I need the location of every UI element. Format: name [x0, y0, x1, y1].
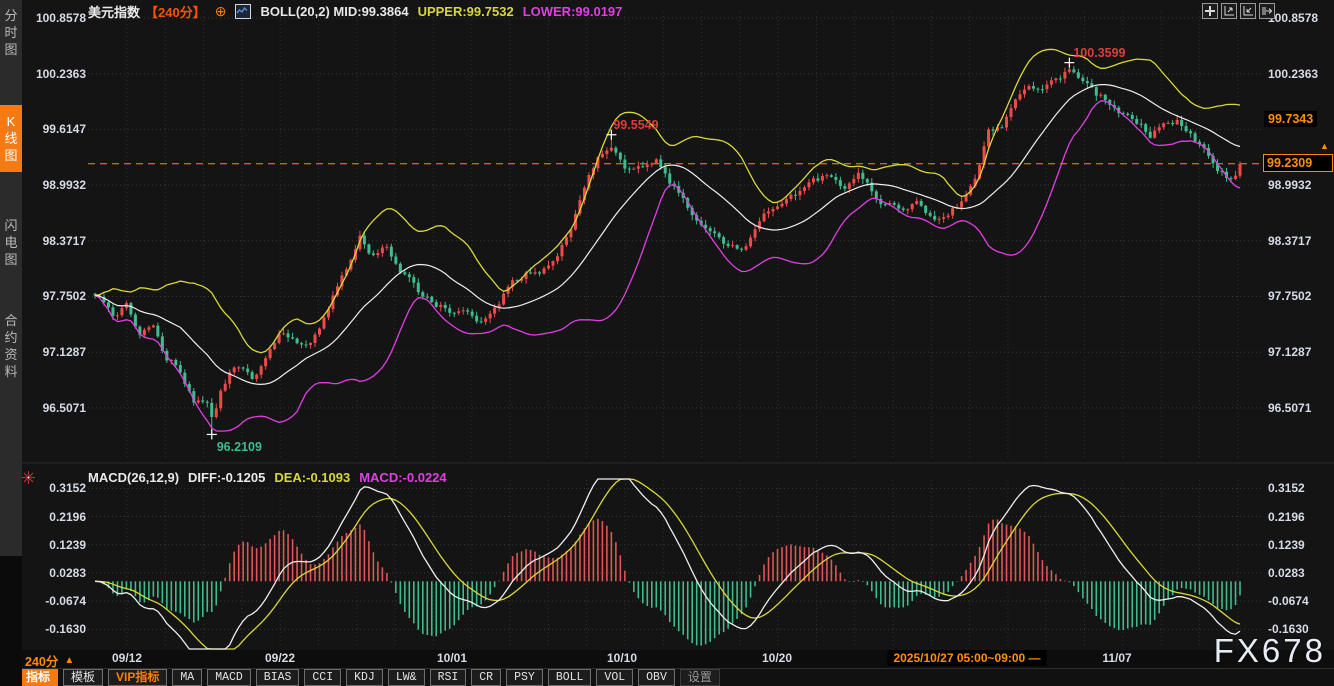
period-tag: 【240分】 — [145, 2, 206, 21]
window-controls — [1202, 3, 1275, 19]
sidebar-tab-1[interactable]: 分时图 — [0, 4, 22, 61]
toolbar-button-CR[interactable]: CR — [471, 669, 501, 686]
axis-zoom-in-icon[interactable] — [1221, 3, 1237, 19]
toolbar-button-CCI[interactable]: CCI — [304, 669, 341, 686]
price-axis-tick-left: 97.7502 — [26, 289, 86, 303]
boll-mid-value: BOLL(20,2) MID:99.3864 — [260, 4, 408, 19]
upper-price-marker: 99.7343 — [1264, 111, 1317, 127]
symbol-name: 美元指数 — [88, 2, 140, 21]
toolbar-button-模板[interactable]: 模板 — [63, 669, 103, 686]
price-axis-tick-right: 97.7502 — [1268, 289, 1332, 303]
x-axis-date-label: 10/10 — [607, 651, 637, 665]
toolbar-button-MA[interactable]: MA — [172, 669, 202, 686]
macd-diff-value: DIFF:-0.1205 — [188, 470, 265, 485]
x-axis-date-label: 10/01 — [437, 651, 467, 665]
price-axis-tick-left: 99.6147 — [26, 122, 86, 136]
boll-upper-value: UPPER:99.7532 — [418, 4, 514, 19]
macd-axis-tick-left: 0.3152 — [26, 481, 86, 495]
pane-expand-icon[interactable] — [1259, 3, 1275, 19]
price-up-arrow-icon: ▲ — [1320, 142, 1329, 150]
toolbar-button-指标[interactable]: 指标 — [18, 669, 58, 686]
sidebar-tab-4[interactable]: 合约资料 — [0, 309, 22, 383]
toolbar-button-VIP指标[interactable]: VIP指标 — [108, 669, 167, 686]
price-annotation: 96.2109 — [217, 440, 262, 454]
x-axis-date-label: 09/22 — [265, 651, 295, 665]
trading-chart-window: 分时图 K线图闪电图合约资料 美元指数 【240分】 ⊕ BOLL(20,2) M… — [0, 0, 1334, 686]
price-axis-tick-left: 100.8578 — [26, 11, 86, 25]
candlestick-series — [94, 63, 1242, 435]
grid-lines — [0, 12, 1334, 648]
toolbar-button-OBV[interactable]: OBV — [638, 669, 675, 686]
macd-histogram — [99, 519, 1240, 646]
x-axis-date-label: 11/07 — [1102, 651, 1131, 665]
price-axis-tick-right: 97.1287 — [1268, 345, 1332, 359]
price-axis-tick-right: 98.3717 — [1268, 234, 1332, 248]
move-icon[interactable] — [1202, 3, 1218, 19]
macd-axis-tick-left: 0.2196 — [26, 510, 86, 524]
chart-title-bar: 美元指数 【240分】 ⊕ BOLL(20,2) MID:99.3864 UPP… — [88, 2, 622, 21]
macd-axis-tick-right: -0.0674 — [1268, 594, 1332, 608]
toolbar-button-设置[interactable]: 设置 — [680, 669, 720, 686]
boll-upper-line — [95, 49, 1240, 352]
macd-dea-line — [95, 479, 1240, 649]
toolbar-button-MACD[interactable]: MACD — [207, 669, 251, 686]
toolbar-button-RSI[interactable]: RSI — [430, 669, 467, 686]
macd-axis-tick-right: 0.0283 — [1268, 566, 1332, 580]
toolbar-button-PSY[interactable]: PSY — [506, 669, 543, 686]
toolbar-button-KDJ[interactable]: KDJ — [346, 669, 383, 686]
price-axis-tick-right: 98.9932 — [1268, 178, 1332, 192]
boll-lower-line — [95, 101, 1240, 431]
macd-header: MACD(26,12,9) DIFF:-0.1205 DEA:-0.1093 M… — [88, 470, 447, 485]
price-axis-tick-left: 98.3717 — [26, 234, 86, 248]
sidebar-tab-2[interactable]: K线图 — [0, 105, 22, 172]
current-price-box: 99.2309 — [1263, 154, 1333, 172]
macd-settings-icon[interactable] — [22, 471, 35, 489]
macd-axis-tick-right: 0.1239 — [1268, 538, 1332, 552]
price-axis-tick-right: 100.2363 — [1268, 67, 1332, 81]
price-axis-tick-left: 98.9932 — [26, 178, 86, 192]
price-annotation: 100.3599 — [1073, 46, 1125, 60]
chart-canvas[interactable] — [0, 0, 1334, 686]
boll-lower-value: LOWER:99.0197 — [523, 4, 623, 19]
macd-axis-tick-left: 0.0283 — [26, 566, 86, 580]
period-up-triangle-icon: ▲ — [64, 655, 74, 666]
indicator-toolbar: 指标模板 VIP指标 MA MACD BIASCCI KDJ LW&RSICR PSY BOLL… — [0, 668, 1334, 686]
axis-zoom-out-icon[interactable] — [1240, 3, 1256, 19]
toolbar-button-VOL[interactable]: VOL — [596, 669, 633, 686]
x-axis-date-label: 09/12 — [112, 651, 142, 665]
macd-axis-tick-left: -0.0674 — [26, 594, 86, 608]
toolbar-button-BOLL[interactable]: BOLL — [548, 669, 592, 686]
line-chart-icon[interactable] — [235, 4, 251, 19]
price-axis-tick-left: 96.5071 — [26, 401, 86, 415]
left-tab-bar: 分时图 K线图闪电图合约资料 — [0, 0, 22, 686]
selected-candle-time-label: 2025/10/27 05:00~09:00 — — [887, 650, 1046, 666]
macd-axis-tick-right: 0.2196 — [1268, 510, 1332, 524]
watermark: FX678 — [1214, 632, 1326, 670]
price-axis-tick-left: 97.1287 — [26, 345, 86, 359]
macd-macd-value: MACD:-0.0224 — [359, 470, 446, 485]
price-annotation: 99.5549 — [613, 118, 658, 132]
toolbar-button-LW&[interactable]: LW& — [388, 669, 425, 686]
x-axis-row: 240分 ▲ 09/1209/2210/0110/1010/2011/07202… — [0, 650, 1334, 668]
macd-dea-value: DEA:-0.1093 — [274, 470, 350, 485]
price-axis-tick-right: 100.8578 — [1268, 11, 1332, 25]
price-axis-tick-left: 100.2363 — [26, 67, 86, 81]
toolbar-button-BIAS[interactable]: BIAS — [256, 669, 300, 686]
sidebar-tab-3[interactable]: 闪电图 — [0, 214, 22, 271]
macd-axis-tick-left: -0.1630 — [26, 622, 86, 636]
macd-axis-tick-right: 0.3152 — [1268, 481, 1332, 495]
macd-axis-tick-left: 0.1239 — [26, 538, 86, 552]
macd-title: MACD(26,12,9) — [88, 470, 179, 485]
x-axis-date-label: 10/20 — [762, 651, 792, 665]
price-axis-tick-right: 96.5071 — [1268, 401, 1332, 415]
add-indicator-icon[interactable]: ⊕ — [215, 3, 227, 20]
